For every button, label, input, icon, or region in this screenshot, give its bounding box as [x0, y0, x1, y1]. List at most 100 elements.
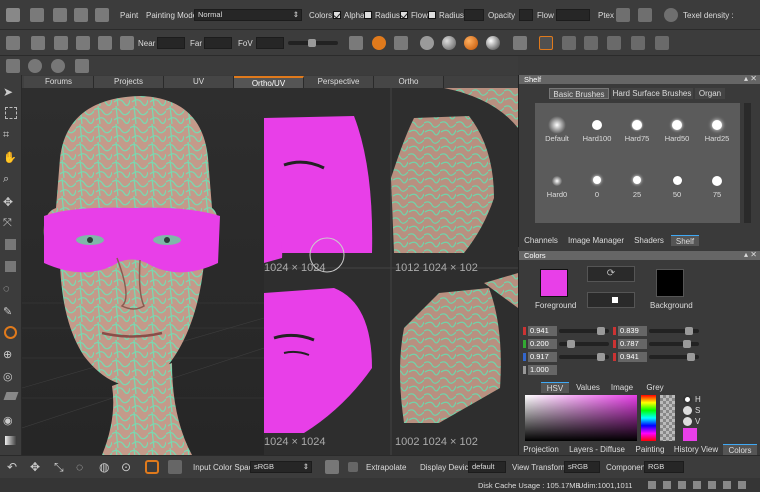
lasso-tool-icon[interactable]: ◍	[99, 460, 113, 474]
hand-icon[interactable]: ✋	[3, 151, 19, 167]
brush-hard25[interactable]: Hard25	[697, 120, 737, 143]
transform-icon[interactable]: ⤧	[3, 217, 19, 233]
close-icon[interactable]: ▴ ✕	[744, 74, 757, 83]
swap-colors-button[interactable]: ⟳	[587, 266, 635, 282]
radio-h[interactable]	[683, 395, 692, 404]
crop-icon[interactable]: ⌗	[3, 129, 19, 145]
arrow-icon[interactable]: ➤	[3, 85, 19, 101]
shelf-tab-organ[interactable]: Organ	[695, 88, 725, 99]
flow-checkbox[interactable]	[428, 11, 436, 19]
clone-icon[interactable]: ⊕	[3, 348, 19, 364]
gradient-icon[interactable]	[5, 436, 17, 445]
frame-icon[interactable]	[54, 36, 68, 50]
tab-channels[interactable]: Channels	[521, 235, 561, 246]
texture-icon[interactable]	[394, 36, 408, 50]
zoom-icon[interactable]: ⌕	[3, 173, 19, 189]
brush-25[interactable]: 25	[617, 176, 657, 199]
green-slider[interactable]	[559, 340, 609, 348]
tab-perspective[interactable]: Perspective	[304, 76, 374, 88]
blue-slider[interactable]	[559, 353, 609, 361]
opacity-field[interactable]	[519, 9, 533, 21]
hex-icon[interactable]	[145, 460, 159, 474]
tab-projects[interactable]: Projects	[94, 76, 164, 88]
alpha-strip[interactable]	[660, 395, 675, 441]
alpha-value[interactable]: 1.000	[528, 365, 557, 375]
brush-50[interactable]: 50	[657, 176, 697, 199]
tab-layers-diffuse[interactable]: Layers - Diffuse	[565, 444, 629, 455]
foreground-swatch[interactable]	[540, 269, 568, 297]
visibility-icon[interactable]	[28, 59, 42, 73]
brush-hard0[interactable]: Hard0	[537, 176, 577, 199]
cursor-icon[interactable]	[655, 36, 669, 50]
file-icon[interactable]	[6, 8, 20, 22]
tab-ortho-uv[interactable]: Ortho/UV	[234, 76, 304, 88]
viewport-uv[interactable]: 1024 × 1024 1012 1024 × 102 1024 × 1024 …	[264, 88, 518, 455]
background-swatch[interactable]	[656, 269, 684, 297]
share-icon[interactable]	[95, 8, 109, 22]
layers-icon[interactable]	[75, 59, 89, 73]
sat-slider[interactable]	[649, 340, 699, 348]
dodge-icon[interactable]: ◉	[3, 414, 19, 430]
grid-tool-icon[interactable]	[5, 261, 16, 272]
blue-value[interactable]: 0.917	[528, 352, 557, 362]
hue-slider[interactable]	[649, 327, 699, 335]
view-transform-select[interactable]: sRGB	[564, 461, 600, 473]
component-select[interactable]: RGB	[644, 461, 684, 473]
tab-ortho[interactable]: Ortho	[374, 76, 444, 88]
grid-snap-icon[interactable]	[631, 36, 645, 50]
new-icon[interactable]	[30, 8, 44, 22]
wand-icon[interactable]	[120, 36, 134, 50]
alpha-checkbox[interactable]	[364, 11, 372, 19]
tab-colors[interactable]: Colors	[723, 444, 757, 455]
brush-outline-icon[interactable]	[539, 36, 553, 50]
rotate-tool-icon[interactable]: ◌	[76, 460, 90, 474]
hue-value[interactable]: 0.839	[618, 326, 647, 336]
brush-hard100[interactable]: Hard100	[577, 120, 617, 143]
tab-history-view[interactable]: History View	[671, 444, 721, 455]
fov-slider[interactable]	[288, 39, 338, 47]
material-icon[interactable]	[349, 36, 363, 50]
lasso-icon[interactable]: ◌	[3, 283, 19, 299]
tab-forums[interactable]: Forums	[24, 76, 94, 88]
tab-painting[interactable]: Painting	[631, 444, 669, 455]
tab-shaders[interactable]: Shaders	[629, 235, 669, 246]
ptex-icon[interactable]	[616, 8, 630, 22]
brush-hard75[interactable]: Hard75	[617, 120, 657, 143]
input-color-space-select[interactable]: sRGB ⇕	[250, 461, 312, 473]
shelf-tab-basic[interactable]: Basic Brushes	[549, 88, 609, 99]
painting-mode-select[interactable]: Normal ⇕	[194, 9, 302, 21]
tab-values[interactable]: Values	[573, 382, 603, 393]
tab-image[interactable]: Image	[607, 382, 637, 393]
snap-h-icon[interactable]	[562, 36, 576, 50]
tab-projection[interactable]: Projection	[521, 444, 561, 455]
brush-tool-icon[interactable]	[4, 326, 17, 339]
red-value[interactable]: 0.941	[528, 326, 557, 336]
sphere-shaded-icon[interactable]	[442, 36, 456, 50]
move-icon[interactable]: ✥	[3, 195, 19, 211]
tab-image-manager[interactable]: Image Manager	[565, 235, 627, 246]
sat-value[interactable]: 0.787	[618, 339, 647, 349]
tab-hsv[interactable]: HSV	[541, 382, 569, 393]
far-field[interactable]	[204, 37, 232, 49]
color-picker-square[interactable]	[525, 395, 637, 441]
scale-tool-icon[interactable]: ⤡	[54, 460, 68, 474]
green-value[interactable]: 0.200	[528, 339, 557, 349]
near-field[interactable]	[157, 37, 185, 49]
radio-v[interactable]	[683, 417, 692, 426]
shelf-tab-hard[interactable]: Hard Surface Brushes	[611, 88, 693, 99]
radius-field[interactable]	[464, 9, 484, 21]
close-icon[interactable]: ▴ ✕	[744, 250, 757, 259]
lighting-icon[interactable]	[372, 36, 386, 50]
cube-icon[interactable]	[6, 36, 20, 50]
move-tool-icon[interactable]: ✥	[30, 460, 44, 474]
marquee-icon[interactable]	[5, 107, 17, 119]
brush-hard50[interactable]: Hard50	[657, 120, 697, 143]
eyedropper-icon[interactable]: ✎	[3, 305, 19, 321]
pattern-icon[interactable]	[5, 239, 16, 250]
doc-icon[interactable]	[325, 460, 339, 474]
reset-icon[interactable]	[98, 36, 112, 50]
red-slider[interactable]	[559, 327, 609, 335]
undo-icon[interactable]: ↶	[7, 460, 21, 474]
tab-uv[interactable]: UV	[164, 76, 234, 88]
shelf-scrollbar[interactable]	[744, 103, 751, 223]
